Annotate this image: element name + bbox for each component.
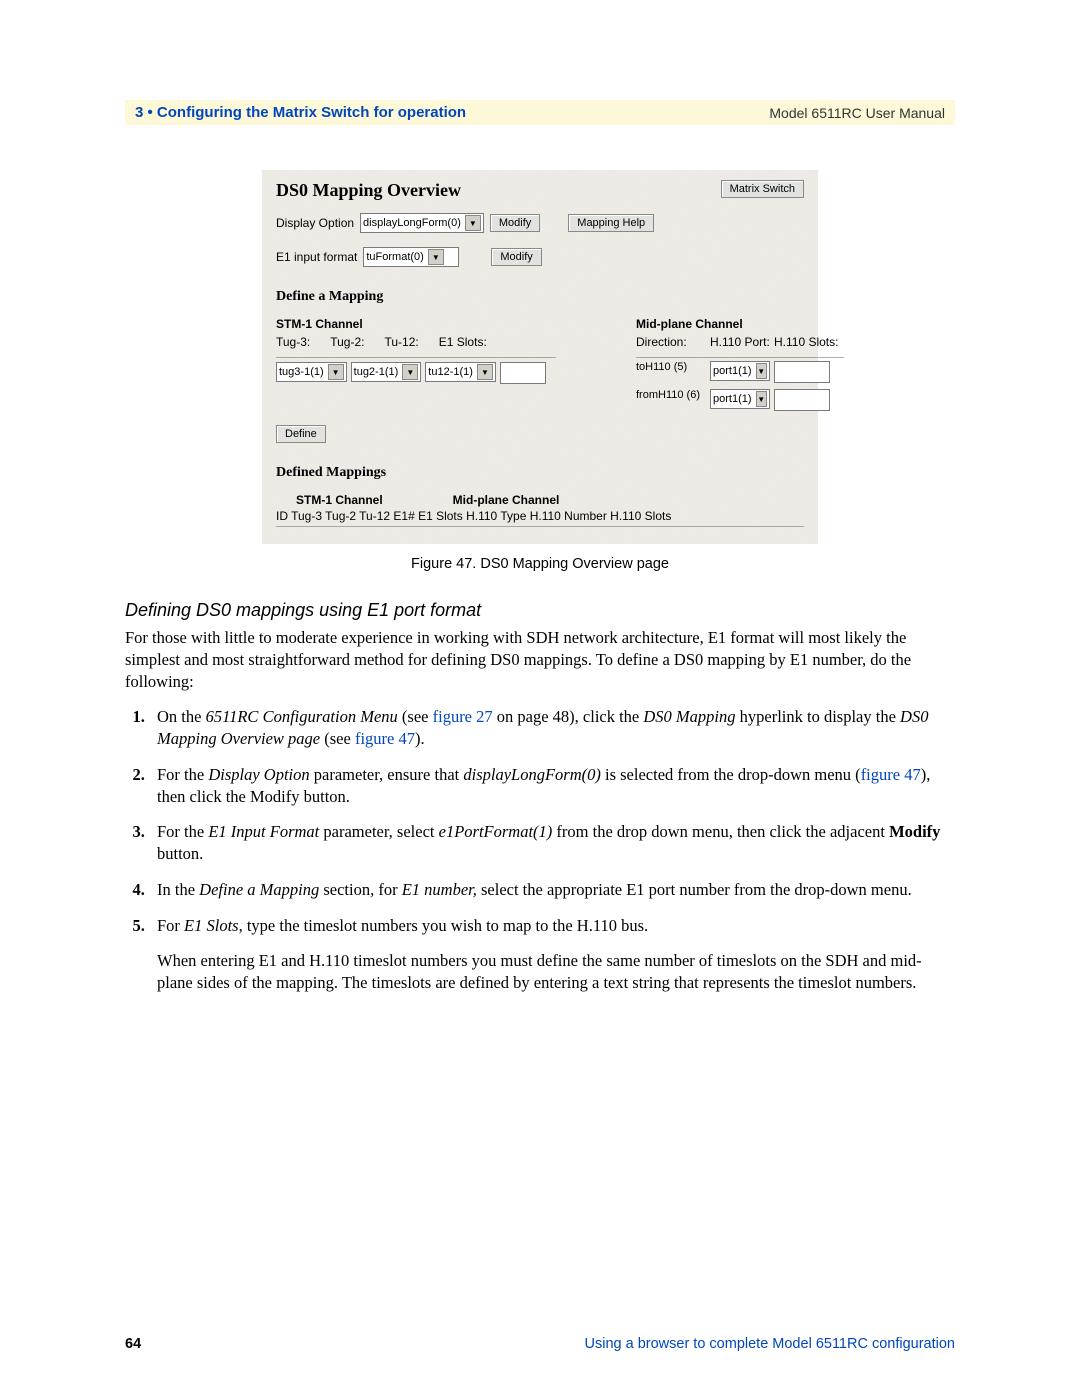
chevron-down-icon: ▼ (756, 363, 767, 379)
e1-input-format-select[interactable]: tuFormat(0) ▼ (363, 247, 459, 267)
page-number: 64 (125, 1336, 141, 1352)
display-option-select[interactable]: displayLongForm(0) ▼ (360, 213, 484, 233)
step-5-subtext: When entering E1 and H.110 timeslot numb… (157, 950, 955, 994)
step-1: On the 6511RC Configuration Menu (see fi… (149, 706, 955, 750)
steps-list: On the 6511RC Configuration Menu (see fi… (125, 706, 955, 994)
h110-port-label: H.110 Port: (710, 335, 770, 349)
chapter-title: 3 • Configuring the Matrix Switch for op… (135, 104, 466, 121)
screenshot-title: DS0 Mapping Overview (276, 180, 461, 201)
defined-mappings-heading: Defined Mappings (276, 465, 804, 481)
screenshot-figure: DS0 Mapping Overview Matrix Switch Displ… (262, 170, 818, 544)
to-port-select[interactable]: port1(1)▼ (710, 361, 770, 381)
chevron-down-icon: ▼ (402, 364, 418, 380)
figure-caption: Figure 47. DS0 Mapping Overview page (125, 556, 955, 572)
e1-slots-input[interactable] (500, 362, 546, 384)
ds0-mapping-screenshot: DS0 Mapping Overview Matrix Switch Displ… (262, 170, 818, 544)
e1-input-format-label: E1 input format (276, 250, 357, 264)
tug2-label: Tug-2: (330, 335, 364, 349)
step-3: For the E1 Input Format parameter, selec… (149, 821, 955, 865)
direction-to-value: toH110 (5) (636, 361, 706, 373)
midplane-channel-heading: Mid-plane Channel (636, 317, 844, 331)
to-slots-input[interactable] (774, 361, 830, 383)
chevron-down-icon: ▼ (328, 364, 344, 380)
matrix-switch-button[interactable]: Matrix Switch (721, 180, 804, 198)
page: 3 • Configuring the Matrix Switch for op… (0, 0, 1080, 1397)
chevron-down-icon: ▼ (465, 215, 481, 231)
defmap-midplane-heading: Mid-plane Channel (453, 493, 560, 507)
h110-slots-label: H.110 Slots: (774, 335, 844, 349)
defmap-column-row: ID Tug-3 Tug-2 Tu-12 E1# E1 Slots H.110 … (276, 509, 804, 523)
chevron-down-icon: ▼ (428, 249, 444, 265)
subsection-title: Defining DS0 mappings using E1 port form… (125, 600, 955, 621)
chapter-header-bar: 3 • Configuring the Matrix Switch for op… (125, 100, 955, 125)
tu12-select[interactable]: tu12-1(1)▼ (425, 362, 496, 382)
footer-section-title: Using a browser to complete Model 6511RC… (585, 1336, 955, 1352)
e1slots-label: E1 Slots: (439, 335, 487, 349)
tug2-select[interactable]: tug2-1(1)▼ (351, 362, 422, 382)
step-2: For the Display Option parameter, ensure… (149, 764, 955, 808)
step-4: In the Define a Mapping section, for E1 … (149, 879, 955, 901)
mapping-help-button[interactable]: Mapping Help (568, 214, 654, 232)
figure-27-link[interactable]: figure 27 (433, 707, 493, 726)
direction-label: Direction: (636, 335, 706, 349)
step-5: For E1 Slots, type the timeslot numbers … (149, 915, 955, 994)
document-title: Model 6511RC User Manual (769, 105, 945, 121)
from-slots-input[interactable] (774, 389, 830, 411)
figure-47-link-b[interactable]: figure 47 (861, 765, 921, 784)
from-port-select[interactable]: port1(1)▼ (710, 389, 770, 409)
figure-47-link[interactable]: figure 47 (355, 729, 415, 748)
defmap-stm1-heading: STM-1 Channel (296, 493, 383, 507)
tug3-select[interactable]: tug3-1(1)▼ (276, 362, 347, 382)
page-footer: 64 Using a browser to complete Model 651… (125, 1336, 955, 1352)
tug3-label: Tug-3: (276, 335, 310, 349)
direction-from-value: fromH110 (6) (636, 389, 706, 401)
display-option-label: Display Option (276, 216, 354, 230)
e1-input-modify-button[interactable]: Modify (491, 248, 541, 266)
display-option-modify-button[interactable]: Modify (490, 214, 540, 232)
intro-paragraph: For those with little to moderate experi… (125, 627, 955, 692)
tu12-label: Tu-12: (385, 335, 419, 349)
chevron-down-icon: ▼ (756, 391, 767, 407)
chevron-down-icon: ▼ (477, 364, 493, 380)
define-button[interactable]: Define (276, 425, 326, 443)
stm1-channel-heading: STM-1 Channel (276, 317, 556, 331)
define-mapping-heading: Define a Mapping (276, 289, 804, 305)
